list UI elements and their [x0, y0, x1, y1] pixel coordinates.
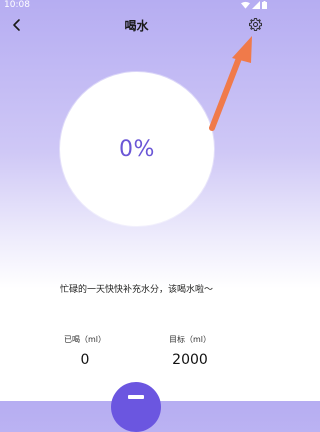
wifi-icon — [241, 1, 250, 9]
cup-icon — [128, 395, 144, 399]
battery-icon — [262, 1, 267, 9]
target-value: 2000 — [172, 352, 208, 368]
app-header: 喝水 — [0, 12, 273, 40]
target-label: 目标（ml） — [168, 335, 211, 344]
page-title: 喝水 — [124, 19, 149, 33]
water-progress-circle: 0% — [60, 72, 214, 226]
reminder-message: 忙碌的一天快快补充水分，该喝水啦～ — [59, 285, 213, 295]
progress-percent: 0% — [119, 136, 155, 162]
gear-icon[interactable] — [248, 17, 263, 32]
target-stat[interactable]: 目标（ml） 2000 — [155, 334, 225, 368]
status-time: 10:08 — [4, 0, 30, 10]
drink-water-button[interactable] — [111, 382, 161, 432]
status-bar: 10:08 — [0, 0, 273, 12]
drank-value: 0 — [80, 352, 90, 368]
status-icons — [241, 1, 267, 9]
drank-label: 已喝（ml） — [63, 335, 106, 344]
drank-stat: 已喝（ml） 0 — [50, 334, 120, 368]
signal-icon — [252, 1, 260, 9]
